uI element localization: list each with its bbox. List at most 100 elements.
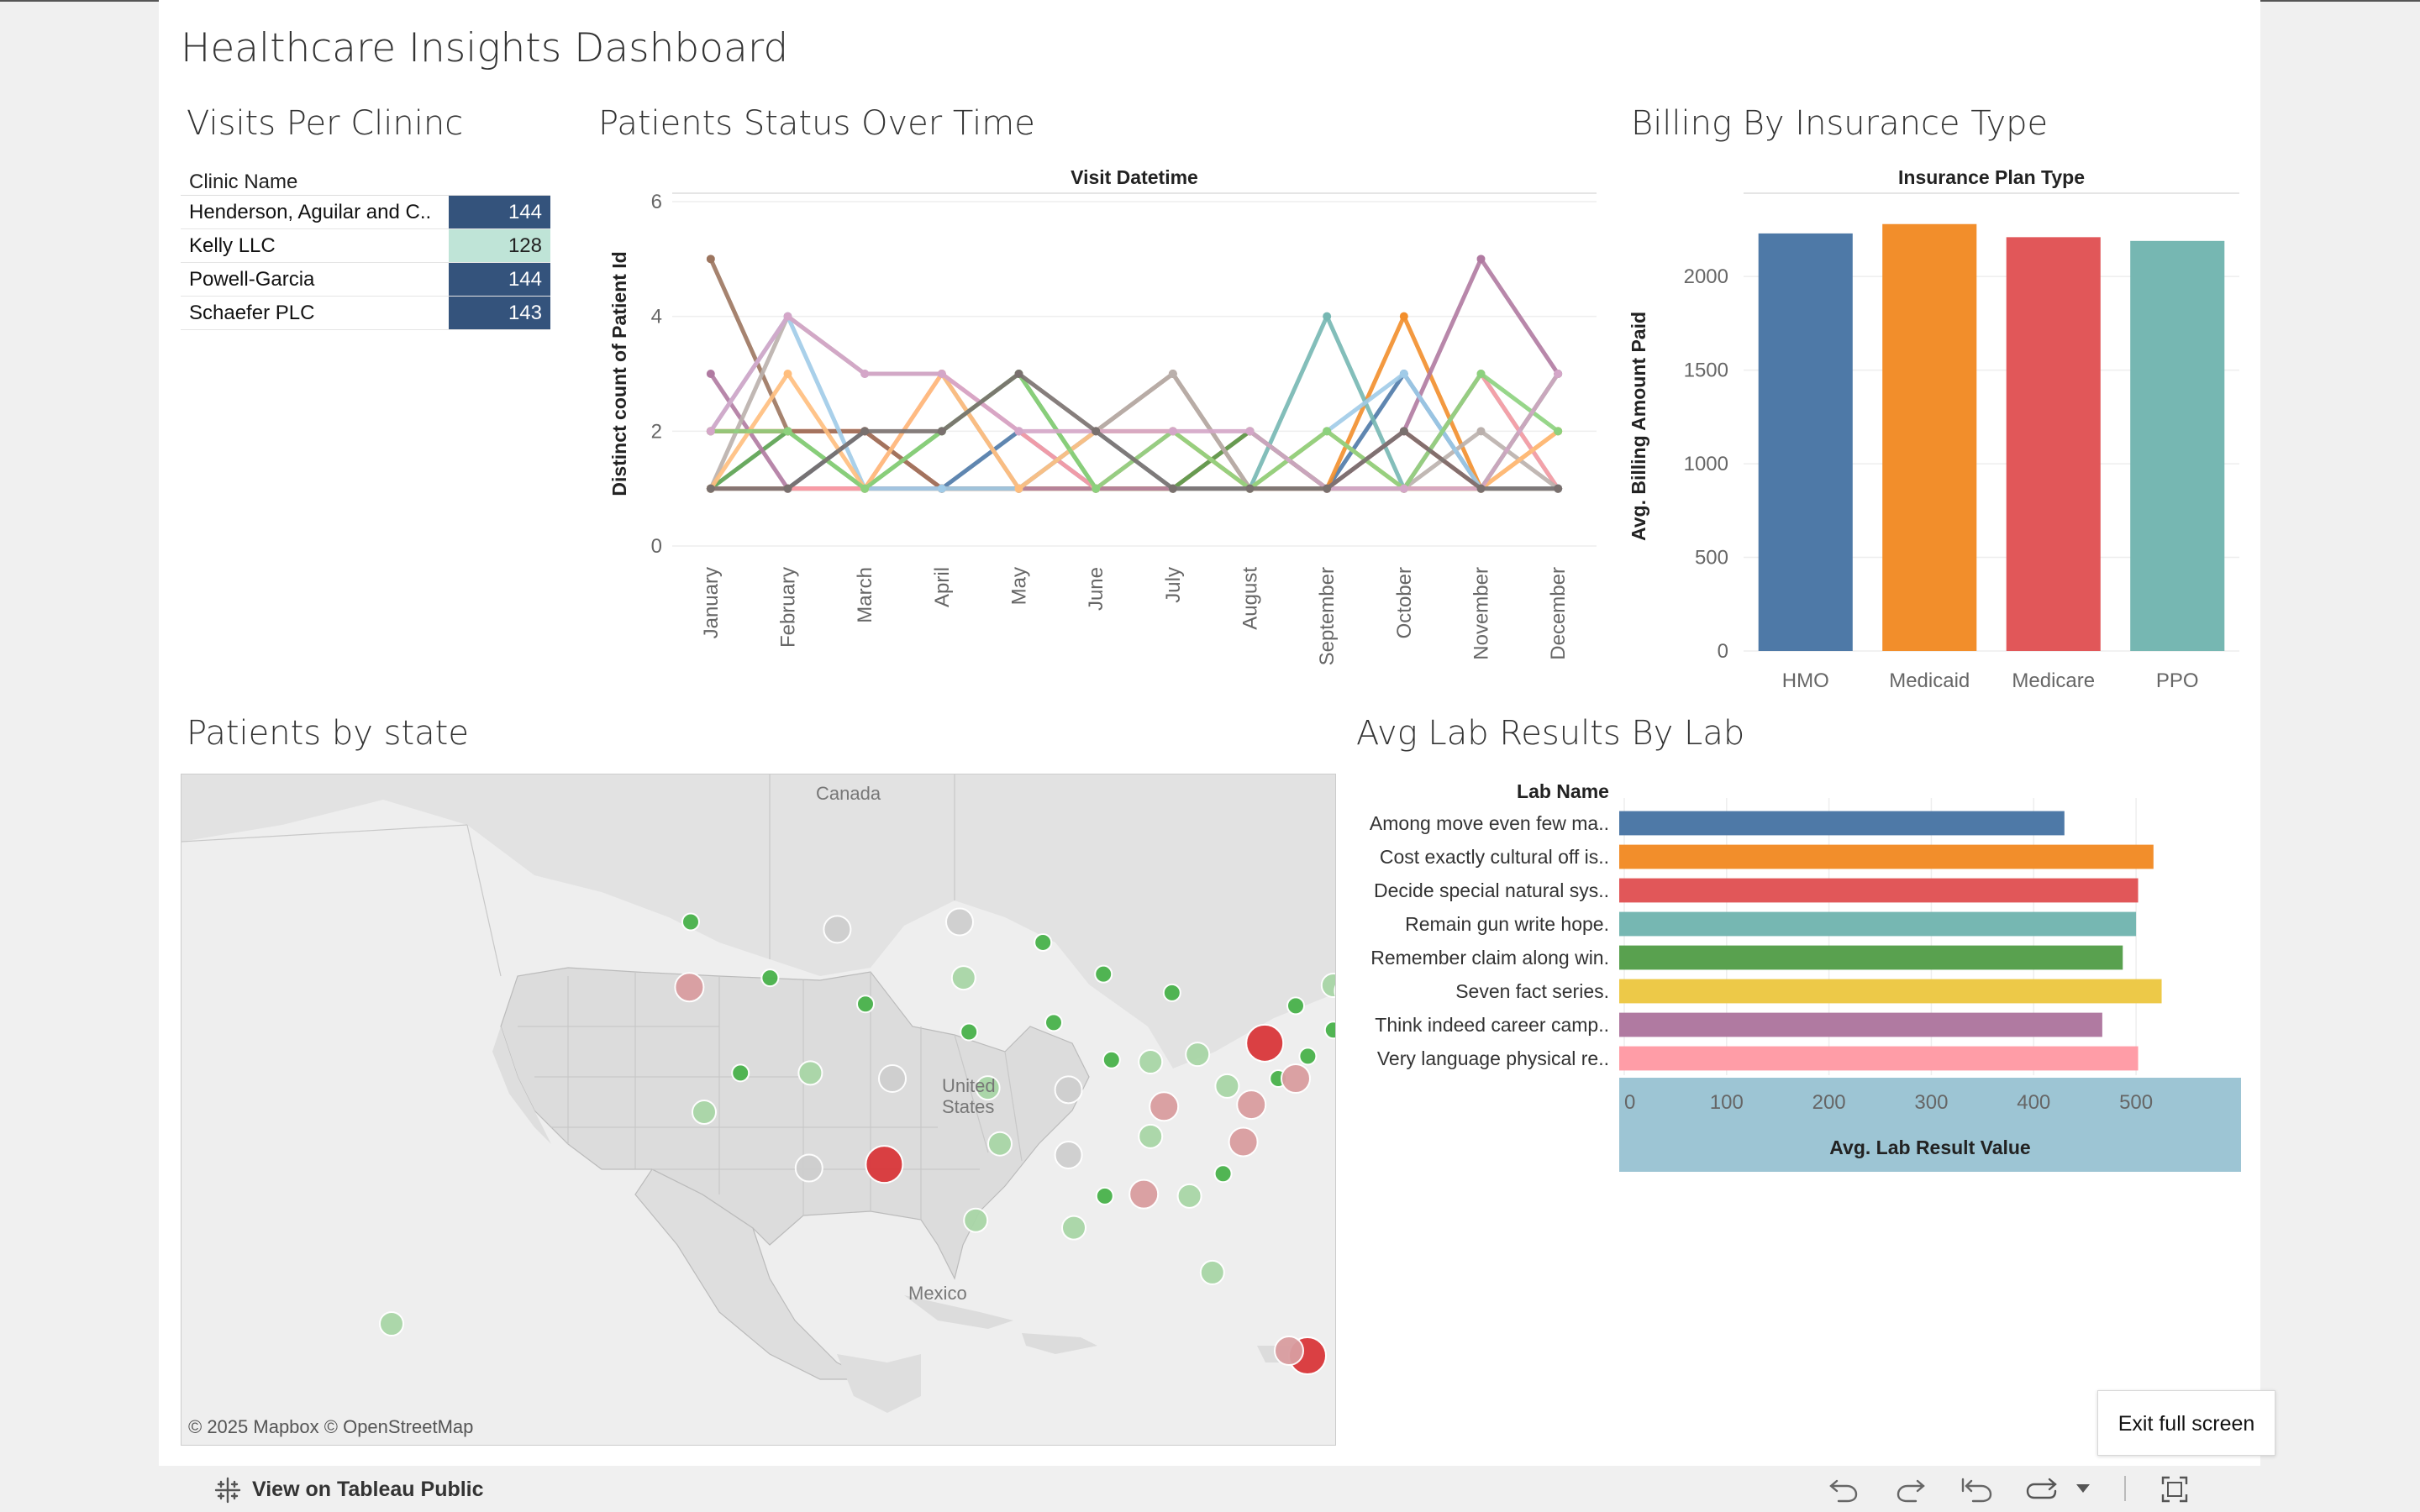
state-marker[interactable] [1274, 1336, 1304, 1366]
state-marker[interactable] [1213, 1164, 1233, 1184]
state-marker[interactable] [692, 1099, 717, 1125]
series-point[interactable] [1476, 255, 1486, 264]
state-marker[interactable] [1185, 1042, 1211, 1068]
series-point[interactable] [1476, 484, 1486, 493]
state-marker[interactable] [674, 972, 705, 1003]
series-point[interactable] [706, 427, 715, 436]
state-marker[interactable] [1054, 1075, 1083, 1105]
table-row[interactable]: Powell-Garcia 144 [181, 263, 550, 297]
state-marker[interactable] [1054, 1141, 1083, 1170]
clinic-column-header[interactable]: Clinic Name [181, 164, 550, 196]
state-marker[interactable] [794, 1153, 823, 1183]
series-point[interactable] [783, 427, 792, 436]
state-marker[interactable] [1162, 983, 1181, 1002]
series-point[interactable] [1476, 370, 1486, 378]
state-marker[interactable] [856, 995, 875, 1014]
table-row[interactable]: Kelly LLC 128 [181, 229, 550, 263]
clinic-table[interactable]: Clinic Name Henderson, Aguilar and C.. 1… [181, 164, 550, 330]
series-point[interactable] [1092, 427, 1101, 436]
table-row[interactable]: Schaefer PLC 143 [181, 297, 550, 330]
state-marker[interactable] [1149, 1091, 1180, 1122]
state-marker[interactable] [1281, 1063, 1311, 1094]
series-line[interactable] [708, 314, 1560, 491]
series-point[interactable] [783, 312, 792, 321]
state-marker[interactable] [950, 965, 976, 991]
patients-map[interactable]: Canada United States Mexico © 2025 Mapbo… [181, 774, 1336, 1446]
chevron-down-icon[interactable] [2074, 1479, 2092, 1498]
series-point[interactable] [1014, 370, 1023, 378]
series-point[interactable] [1476, 427, 1486, 436]
series-point[interactable] [1014, 427, 1023, 436]
series-point[interactable] [1245, 484, 1255, 493]
state-marker[interactable] [797, 1060, 823, 1086]
bar[interactable] [1882, 223, 1977, 651]
series-point[interactable] [783, 370, 792, 378]
bar[interactable] [2130, 240, 2225, 651]
series-point[interactable] [937, 370, 946, 378]
state-marker[interactable] [1138, 1123, 1164, 1149]
state-marker[interactable] [1245, 1023, 1285, 1063]
status-line-chart[interactable]: Visit Datetime 0 2 4 6 Distinct count of Pati… [588, 164, 1622, 676]
redo-icon[interactable] [1894, 1474, 1928, 1504]
series-point[interactable] [706, 484, 715, 493]
lab-bar[interactable] [1619, 844, 2154, 869]
series-point[interactable] [1323, 312, 1332, 321]
series-point[interactable] [1399, 484, 1408, 493]
state-marker[interactable] [1228, 1126, 1259, 1158]
refresh-icon[interactable] [2024, 1474, 2063, 1504]
undo-icon[interactable] [1827, 1474, 1860, 1504]
state-marker[interactable] [963, 1207, 989, 1233]
series-point[interactable] [1399, 312, 1408, 321]
state-marker[interactable] [379, 1311, 404, 1336]
series-point[interactable] [783, 484, 792, 493]
state-marker[interactable] [1138, 1049, 1164, 1075]
state-marker[interactable] [1095, 1186, 1114, 1205]
lab-bar[interactable] [1619, 979, 2162, 1004]
series-point[interactable] [860, 484, 870, 493]
series-point[interactable] [1092, 484, 1101, 493]
series-point[interactable] [1168, 427, 1177, 436]
exit-full-screen-button[interactable]: Exit full screen [2097, 1390, 2275, 1456]
state-marker[interactable] [1128, 1179, 1160, 1210]
state-marker[interactable] [681, 912, 700, 932]
state-marker[interactable] [823, 915, 852, 944]
lab-bar[interactable] [1619, 878, 2139, 903]
state-marker[interactable] [1286, 996, 1305, 1016]
series-point[interactable] [1245, 427, 1255, 436]
series-point[interactable] [1014, 484, 1023, 493]
state-marker[interactable] [1044, 1013, 1063, 1032]
state-marker[interactable] [865, 1145, 904, 1184]
state-marker[interactable] [1199, 1259, 1225, 1285]
state-marker[interactable] [1323, 1021, 1336, 1040]
state-marker[interactable] [1094, 964, 1113, 984]
series-line[interactable] [708, 256, 1560, 491]
state-marker[interactable] [1034, 932, 1053, 952]
state-marker[interactable] [1236, 1089, 1267, 1121]
view-on-tableau-link[interactable]: View on Tableau Public [252, 1478, 484, 1502]
table-row[interactable]: Henderson, Aguilar and C.. 144 [181, 196, 550, 229]
series-point[interactable] [1554, 370, 1563, 378]
state-marker[interactable] [760, 969, 780, 988]
map-canvas[interactable]: Canada United States Mexico [182, 774, 1336, 1446]
series-point[interactable] [1168, 484, 1177, 493]
lab-bar[interactable] [1619, 1046, 2139, 1071]
lab-bar[interactable] [1619, 811, 2065, 836]
lab-bar[interactable] [1619, 911, 2137, 937]
series-point[interactable] [1399, 427, 1408, 436]
revert-icon[interactable] [1960, 1474, 1996, 1504]
state-marker[interactable] [945, 907, 974, 937]
state-marker[interactable] [960, 1022, 979, 1042]
series-point[interactable] [860, 427, 870, 436]
state-marker[interactable] [731, 1063, 750, 1083]
fullscreen-icon[interactable] [2160, 1474, 2190, 1504]
state-marker[interactable] [1176, 1183, 1202, 1209]
state-marker[interactable] [1061, 1215, 1086, 1241]
state-marker[interactable] [878, 1064, 907, 1093]
map-attribution[interactable]: © 2025 Mapbox © OpenStreetMap [188, 1416, 473, 1438]
bar[interactable] [2006, 237, 2101, 651]
billing-bar-chart[interactable]: Insurance Plan Type 0 500 1000 1500 2000 Avg. … [1630, 164, 2252, 697]
lab-bar[interactable] [1619, 945, 2123, 970]
series-point[interactable] [1323, 484, 1332, 493]
lab-bar[interactable] [1619, 1012, 2102, 1037]
series-point[interactable] [1554, 484, 1563, 493]
